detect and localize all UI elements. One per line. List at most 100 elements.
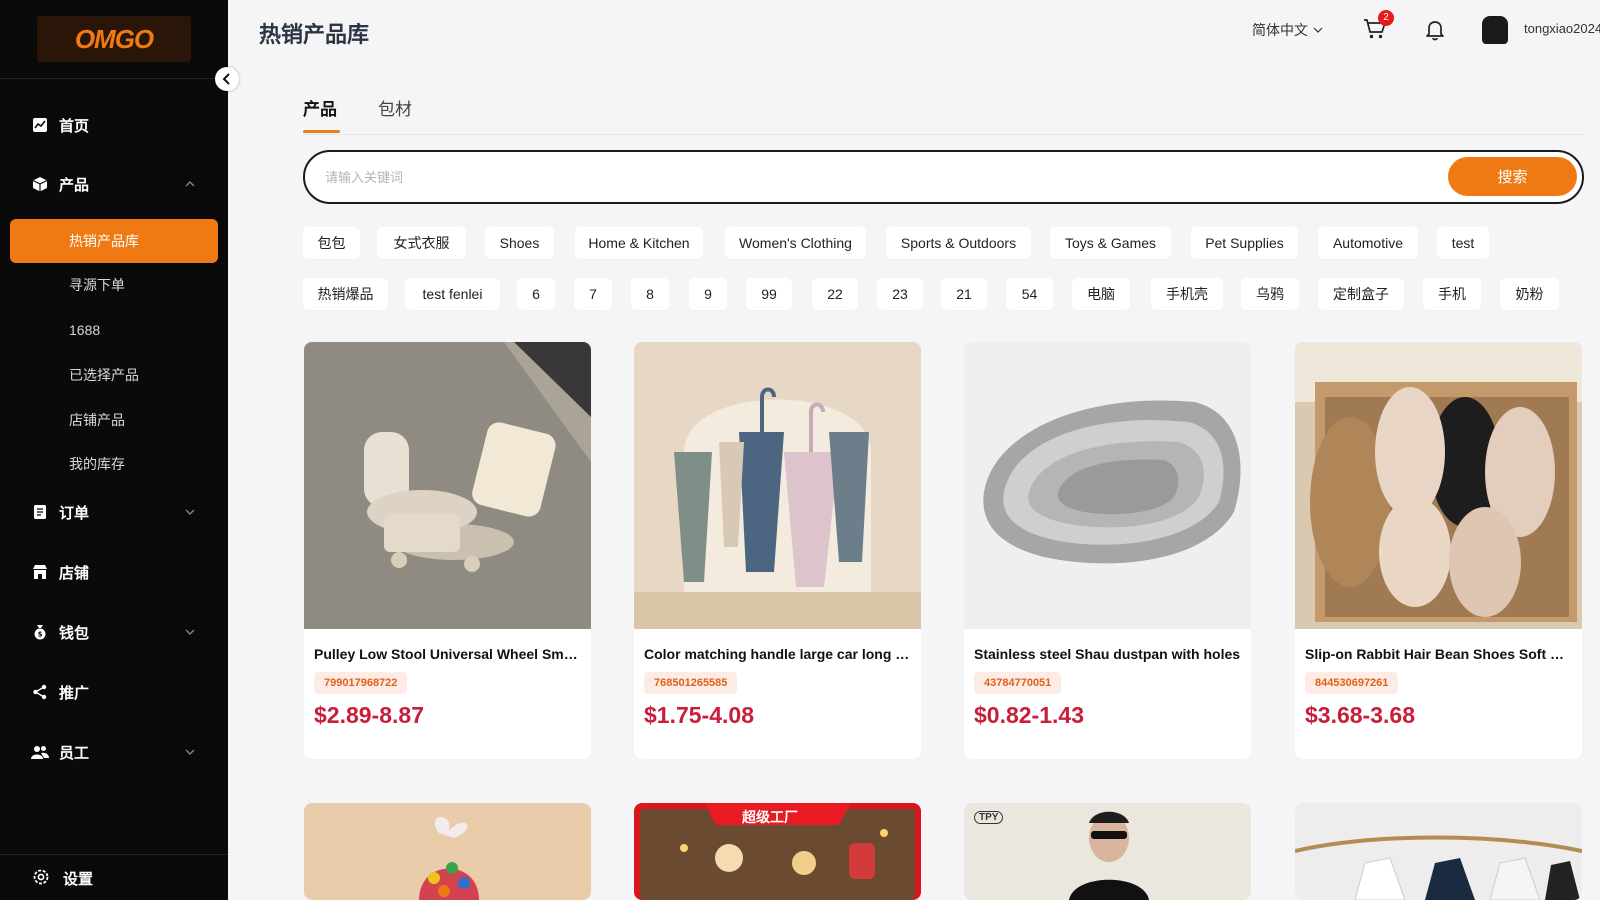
product-card[interactable] bbox=[304, 803, 591, 900]
category-chip[interactable]: 包包 bbox=[303, 227, 360, 259]
category-chip[interactable]: Pet Supplies bbox=[1191, 227, 1298, 259]
category-chip[interactable]: Automotive bbox=[1318, 227, 1418, 259]
nav-staff[interactable]: 员工 bbox=[0, 732, 228, 772]
product-card[interactable] bbox=[1295, 803, 1582, 900]
product-card[interactable]: Stainless steel Shau dustpan with holes … bbox=[964, 342, 1251, 759]
sidebar-item-hot-products[interactable]: 热销产品库 bbox=[10, 219, 218, 263]
category-chip[interactable]: 女式衣服 bbox=[377, 227, 466, 259]
nav-label: 推广 bbox=[59, 684, 90, 702]
product-image bbox=[304, 342, 591, 629]
search-input[interactable] bbox=[325, 166, 1425, 188]
product-card[interactable]: Color matching handle large car long han… bbox=[634, 342, 921, 759]
category-chip[interactable]: 手机壳 bbox=[1151, 278, 1223, 310]
sidebar-item-label: 热销产品库 bbox=[69, 233, 139, 249]
language-selector[interactable]: 简体中文 bbox=[1252, 20, 1323, 40]
product-card[interactable]: 超级工厂 bbox=[634, 803, 921, 900]
category-chip[interactable]: 6 bbox=[517, 278, 555, 310]
username[interactable]: tongxiao2024 bbox=[1524, 21, 1600, 36]
product-title: Stainless steel Shau dustpan with holes bbox=[974, 646, 1241, 662]
sidebar-item-sourcing[interactable]: 寻源下单 bbox=[69, 275, 125, 295]
product-price: $0.82-1.43 bbox=[974, 702, 1084, 728]
category-chip[interactable]: 8 bbox=[631, 278, 669, 310]
sidebar-item-1688[interactable]: 1688 bbox=[69, 320, 100, 340]
product-price: $1.75-4.08 bbox=[644, 702, 754, 728]
category-chip[interactable]: Shoes bbox=[485, 227, 554, 259]
product-image bbox=[304, 803, 591, 900]
nav-wallet[interactable]: $ 钱包 bbox=[0, 612, 228, 652]
category-chip[interactable]: 7 bbox=[574, 278, 612, 310]
chevron-down-icon bbox=[184, 506, 196, 518]
product-image bbox=[964, 342, 1251, 629]
category-chip[interactable]: 奶粉 bbox=[1500, 278, 1559, 310]
gear-icon bbox=[32, 868, 52, 888]
product-title: Pulley Low Stool Universal Wheel Small S… bbox=[314, 646, 582, 662]
chevron-down-icon bbox=[184, 746, 196, 758]
product-id-badge: 844530697261 bbox=[1305, 672, 1399, 694]
nav-label: 首页 bbox=[59, 117, 90, 135]
category-chip[interactable]: Women's Clothing bbox=[725, 227, 866, 259]
search-bar: 搜索 bbox=[303, 150, 1584, 204]
divider bbox=[303, 134, 1584, 135]
category-chip[interactable]: 乌鸦 bbox=[1241, 278, 1299, 310]
category-chip[interactable]: 22 bbox=[812, 278, 858, 310]
settings-button[interactable]: 设置 bbox=[0, 860, 228, 896]
logo-text: OMGO bbox=[74, 23, 154, 54]
category-chip[interactable]: test fenlei bbox=[405, 278, 500, 310]
chevron-down-icon bbox=[184, 626, 196, 638]
chevron-left-icon bbox=[222, 73, 230, 85]
store-icon bbox=[31, 563, 49, 581]
avatar[interactable] bbox=[1482, 16, 1508, 44]
nav-label: 订单 bbox=[59, 504, 90, 522]
brand-badge: TPY bbox=[974, 811, 1004, 824]
product-card[interactable]: Pulley Low Stool Universal Wheel Small S… bbox=[304, 342, 591, 759]
nav-store[interactable]: 店铺 bbox=[0, 552, 228, 592]
category-chip[interactable]: 电脑 bbox=[1072, 278, 1130, 310]
notifications-button[interactable] bbox=[1425, 19, 1447, 41]
language-label: 简体中文 bbox=[1252, 22, 1308, 38]
settings-label: 设置 bbox=[63, 870, 94, 888]
category-chip[interactable]: Home & Kitchen bbox=[575, 227, 703, 259]
sidebar-item-store-products[interactable]: 店铺产品 bbox=[69, 410, 125, 430]
search-button[interactable]: 搜索 bbox=[1448, 157, 1577, 196]
share-icon bbox=[31, 683, 49, 701]
product-image bbox=[1295, 342, 1582, 629]
product-card[interactable]: Slip-on Rabbit Hair Bean Shoes Soft Sole… bbox=[1295, 342, 1582, 759]
nav-home[interactable]: 首页 bbox=[0, 105, 228, 145]
category-chip[interactable]: Sports & Outdoors bbox=[886, 227, 1031, 259]
order-icon bbox=[31, 503, 49, 521]
logo[interactable]: OMGO bbox=[37, 16, 191, 62]
category-chip[interactable]: 9 bbox=[689, 278, 727, 310]
collapse-sidebar-button[interactable] bbox=[215, 67, 239, 91]
chevron-down-icon bbox=[1313, 27, 1323, 33]
category-chip[interactable]: 54 bbox=[1006, 278, 1053, 310]
divider bbox=[0, 78, 228, 79]
nav-promotion[interactable]: 推广 bbox=[0, 672, 228, 712]
product-id-badge: 43784770051 bbox=[974, 672, 1062, 694]
active-tab-indicator bbox=[303, 130, 340, 133]
category-chip[interactable]: 定制盒子 bbox=[1318, 278, 1404, 310]
sidebar-item-selected[interactable]: 已选择产品 bbox=[69, 365, 139, 385]
tab-packaging[interactable]: 包材 bbox=[378, 95, 412, 120]
chart-icon bbox=[31, 116, 49, 134]
product-id-badge: 768501265585 bbox=[644, 672, 738, 694]
page-title: 热销产品库 bbox=[259, 22, 370, 47]
bell-icon bbox=[1426, 21, 1444, 41]
category-chip[interactable]: 热销爆品 bbox=[303, 278, 388, 310]
category-chip[interactable]: 23 bbox=[877, 278, 923, 310]
sidebar-item-inventory[interactable]: 我的库存 bbox=[69, 454, 125, 474]
chevron-up-icon bbox=[184, 178, 196, 190]
product-title: Slip-on Rabbit Hair Bean Shoes Soft Sole bbox=[1305, 646, 1573, 662]
cart-count-badge: 2 bbox=[1378, 10, 1394, 26]
category-chip[interactable]: test bbox=[1437, 227, 1489, 259]
nav-products[interactable]: 产品 bbox=[0, 164, 228, 204]
category-chip[interactable]: Toys & Games bbox=[1050, 227, 1171, 259]
category-chip[interactable]: 99 bbox=[746, 278, 792, 310]
tab-products[interactable]: 产品 bbox=[303, 95, 337, 120]
product-card[interactable]: TPY bbox=[964, 803, 1251, 900]
product-image bbox=[964, 803, 1251, 900]
nav-label: 钱包 bbox=[59, 624, 90, 642]
nav-label: 产品 bbox=[59, 176, 90, 194]
category-chip[interactable]: 手机 bbox=[1423, 278, 1481, 310]
nav-orders[interactable]: 订单 bbox=[0, 492, 228, 532]
category-chip[interactable]: 21 bbox=[941, 278, 987, 310]
